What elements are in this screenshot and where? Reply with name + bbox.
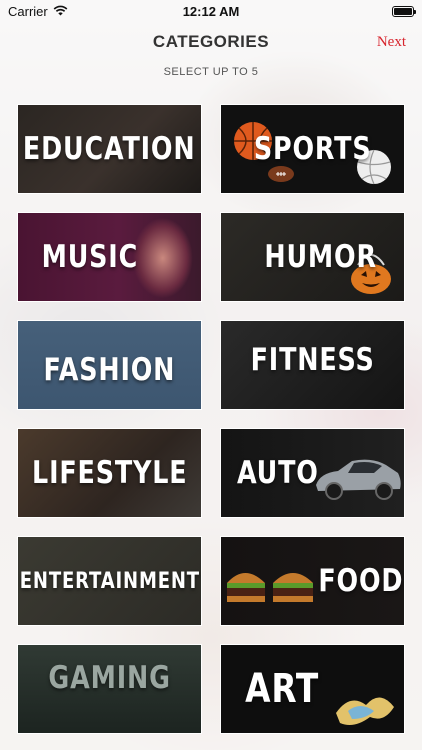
navigation-bar: CATEGORIES Next: [0, 28, 422, 58]
category-tile-music[interactable]: MUSIC: [17, 212, 202, 302]
category-label: SPORTS: [253, 131, 372, 167]
category-label: LIFESTYLE: [31, 455, 188, 491]
category-label: FOOD: [318, 563, 403, 599]
category-label: GAMING: [48, 660, 171, 696]
category-tile-lifestyle[interactable]: LIFESTYLE: [17, 428, 202, 518]
category-tile-auto[interactable]: AUTO: [220, 428, 405, 518]
battery-icon: [392, 5, 416, 17]
category-label: AUTO: [236, 455, 319, 491]
category-label: FITNESS: [250, 342, 375, 378]
burger-icon: [227, 573, 313, 602]
category-label: MUSIC: [41, 239, 138, 275]
category-tile-humor[interactable]: HUMOR: [220, 212, 405, 302]
clock: 12:12 AM: [182, 3, 240, 19]
selection-hint: SELECT UP TO 5: [163, 66, 259, 78]
carrier-info: Carrier: [8, 4, 68, 19]
category-grid: EDUCATION SPORTS MUSIC HUMOR FASHION FIT…: [17, 104, 405, 734]
next-button[interactable]: Next: [377, 34, 406, 51]
carrier-label: Carrier: [8, 3, 48, 19]
paint-splash-icon: [336, 697, 394, 725]
category-tile-gaming[interactable]: GAMING: [17, 644, 202, 734]
category-tile-education[interactable]: EDUCATION: [17, 104, 202, 194]
category-tile-entertainment[interactable]: ENTERTAINMENT: [17, 536, 202, 626]
category-label: EDUCATION: [23, 131, 196, 167]
status-bar: Carrier 12:12 AM: [0, 0, 422, 22]
category-label: ART: [245, 666, 320, 712]
category-tile-food[interactable]: FOOD: [220, 536, 405, 626]
category-tile-fashion[interactable]: FASHION: [17, 320, 202, 410]
category-label: ENTERTAINMENT: [19, 568, 200, 594]
wifi-icon: [53, 4, 68, 19]
page-title: CATEGORIES: [152, 32, 270, 51]
category-tile-art[interactable]: ART: [220, 644, 405, 734]
category-label: HUMOR: [264, 239, 377, 275]
football-icon: [268, 166, 294, 182]
category-label: FASHION: [43, 352, 176, 388]
car-icon: [316, 459, 401, 500]
category-tile-fitness[interactable]: FITNESS: [220, 320, 405, 410]
category-tile-sports[interactable]: SPORTS: [220, 104, 405, 194]
